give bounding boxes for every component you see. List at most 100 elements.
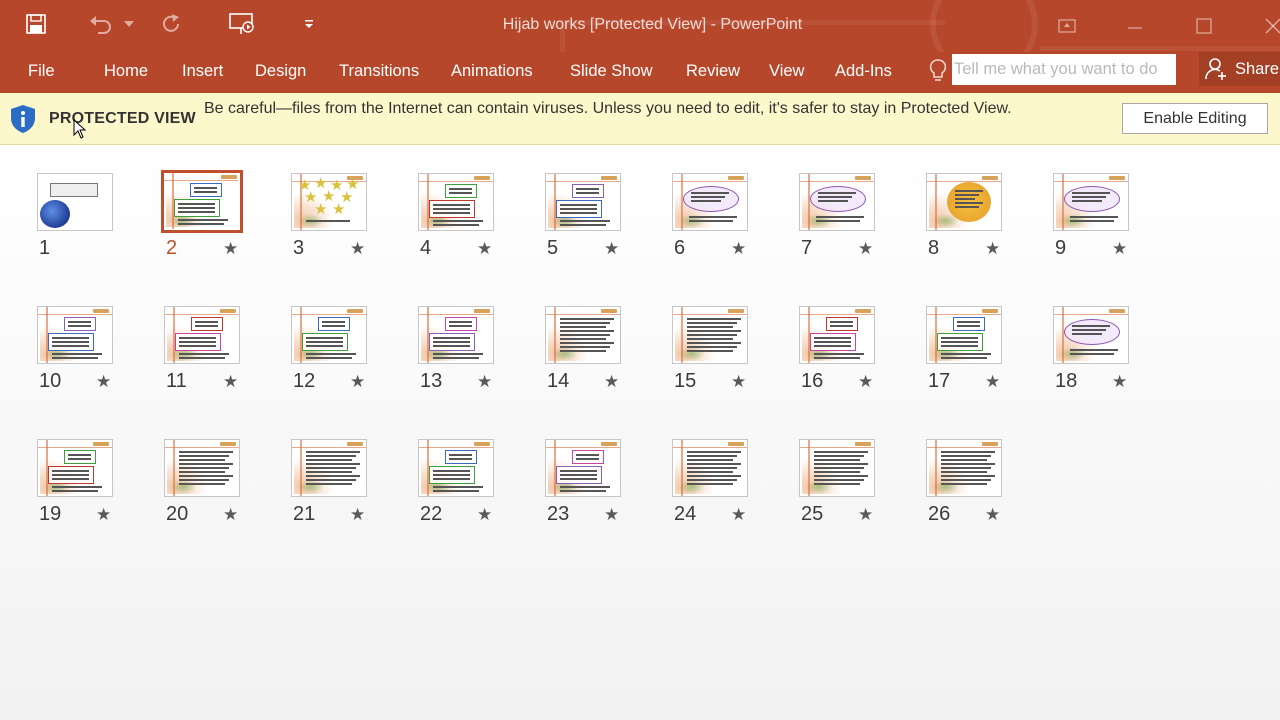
thumbnail-decoration [292, 314, 366, 315]
slide-thumbnail-9[interactable]: 9 ★ [1053, 173, 1180, 283]
thumbnail-text-line [322, 321, 345, 323]
thumbnail-text-line [433, 486, 483, 488]
tab-home[interactable]: Home [104, 59, 148, 83]
slide-thumbnail-14[interactable]: 14 ★ [545, 306, 672, 416]
slide-thumbnail-21[interactable]: 21 ★ [291, 439, 418, 549]
slide-thumbnail-2[interactable]: 2 ★ [161, 170, 291, 283]
slide-thumbnail-1[interactable]: 1 [37, 173, 164, 283]
thumbnail-text-line [178, 203, 215, 205]
tab-transitions[interactable]: Transitions [339, 59, 419, 83]
thumbnail-text-line [1070, 349, 1118, 351]
start-from-beginning-icon[interactable] [226, 8, 258, 40]
slide-thumbnail-20[interactable]: 20 ★ [164, 439, 291, 549]
tab-slide-show[interactable]: Slide Show [570, 59, 653, 83]
slide-thumbnail-7[interactable]: 7 ★ [799, 173, 926, 283]
slide-thumbnail-19[interactable]: 19 ★ [37, 439, 164, 549]
customize-toolbar-icon[interactable] [300, 8, 318, 40]
slide-thumbnail-24[interactable]: 24 ★ [672, 439, 799, 549]
share-label: Share [1235, 59, 1280, 78]
thumbnail-decoration [546, 447, 620, 448]
thumbnail-decoration [474, 176, 490, 180]
tab-design[interactable]: Design [255, 59, 306, 83]
tell-me-search-input[interactable] [952, 54, 1176, 85]
slide-number: 3 [293, 237, 305, 259]
thumbnail-decoration [808, 440, 810, 496]
slide-thumbnail-3[interactable]: ★ ★ ★ ★ ★ ★ ★ ★ ★ 3 ★ [291, 173, 418, 283]
ribbon-display-options-icon[interactable] [1044, 0, 1090, 52]
slide-thumbnail-11[interactable]: 11 ★ [164, 306, 291, 416]
slide-thumbnail-13[interactable]: 13 ★ [418, 306, 545, 416]
slide-number: 7 [801, 237, 813, 259]
slide-thumbnail-10[interactable]: 10 ★ [37, 306, 164, 416]
slide-thumbnail-23[interactable]: 23 ★ [545, 439, 672, 549]
slide-number: 23 [547, 503, 570, 525]
thumbnail-text-line [306, 479, 356, 481]
slide-thumbnail-17[interactable]: 17 ★ [926, 306, 1053, 416]
slide-thumbnail-18[interactable]: 18 ★ [1053, 306, 1180, 416]
slide-preview [672, 306, 748, 364]
thumbnail-decoration [728, 176, 744, 180]
redo-icon[interactable] [158, 8, 186, 40]
thumbnail-decoration [601, 442, 617, 446]
thumbnail-text-line [194, 191, 217, 193]
thumbnail-text-line [691, 200, 721, 202]
thumbnail-decoration [1109, 309, 1125, 313]
save-icon[interactable] [22, 8, 50, 40]
tab-add-ins[interactable]: Add-Ins [835, 59, 892, 83]
thumbnail-text-line [1070, 353, 1114, 355]
animation-star-icon: ★ [604, 372, 620, 391]
enable-editing-button[interactable]: Enable Editing [1122, 103, 1268, 134]
thumbnail-decoration [292, 447, 366, 448]
thumbnail-text-line [560, 334, 610, 336]
thumbnail-text-line [818, 196, 852, 198]
slide-number: 10 [39, 370, 62, 392]
tab-review[interactable]: Review [686, 59, 740, 83]
thumbnail-decoration [935, 174, 937, 230]
slide-thumbnail-25[interactable]: 25 ★ [799, 439, 926, 549]
thumbnail-text-line [52, 478, 89, 480]
slide-preview [545, 173, 621, 231]
thumbnail-text-line [449, 188, 472, 190]
thumbnail-text-line [955, 198, 975, 200]
thumbnail-text-line [560, 338, 606, 340]
thumbnail-text-line [687, 479, 737, 481]
animation-star-icon: ★ [985, 239, 1001, 258]
slide-thumbnail-26[interactable]: 26 ★ [926, 439, 1053, 549]
thumbnail-text-line [687, 467, 737, 469]
thumbnail-text-line [433, 470, 470, 472]
minimize-icon[interactable] [1112, 0, 1158, 52]
slide-number: 8 [928, 237, 940, 259]
maximize-icon[interactable] [1181, 0, 1227, 52]
slide-thumbnail-6[interactable]: 6 ★ [672, 173, 799, 283]
close-icon[interactable] [1250, 0, 1280, 52]
slide-thumbnail-8[interactable]: 8 ★ [926, 173, 1053, 283]
undo-icon[interactable] [86, 8, 116, 40]
thumbnail-text-line [449, 454, 472, 456]
thumbnail-decoration [93, 309, 109, 313]
thumbnail-text-line [178, 207, 215, 209]
slide-thumbnail-4[interactable]: 4 ★ [418, 173, 545, 283]
slide-thumbnail-15[interactable]: 15 ★ [672, 306, 799, 416]
thumbnail-text-line [1070, 216, 1118, 218]
tab-insert[interactable]: Insert [182, 59, 223, 83]
slide-thumbnail-22[interactable]: 22 ★ [418, 439, 545, 549]
thumbnail-text-line [68, 454, 91, 456]
thumbnail-text-line [560, 486, 610, 488]
thumbnail-text-line [52, 470, 89, 472]
tab-animations[interactable]: Animations [451, 59, 533, 83]
slide-thumbnail-5[interactable]: 5 ★ [545, 173, 672, 283]
animation-star-icon: ★ [350, 239, 366, 258]
undo-dropdown-icon[interactable] [122, 8, 136, 40]
thumbnail-text-line [449, 192, 472, 194]
thumbnail-text-line [941, 353, 991, 355]
slide-thumbnail-16[interactable]: 16 ★ [799, 306, 926, 416]
slide-thumbnail-12[interactable]: 12 ★ [291, 306, 418, 416]
tab-file[interactable]: File [28, 59, 55, 83]
share-button[interactable]: Share [1199, 52, 1280, 86]
tab-view[interactable]: View [769, 59, 804, 83]
slide-preview [672, 439, 748, 497]
slide-preview [799, 439, 875, 497]
thumbnail-text-line [306, 451, 360, 453]
thumbnail-text-line [179, 467, 229, 469]
animation-star-icon: ★ [350, 372, 366, 391]
